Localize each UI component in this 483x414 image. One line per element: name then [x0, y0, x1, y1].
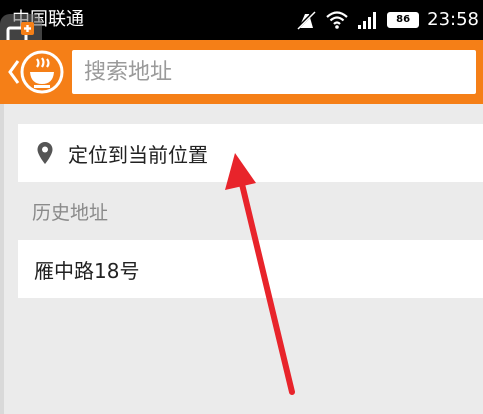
food-bowl-icon [20, 50, 64, 94]
back-button[interactable] [6, 47, 66, 97]
location-pin-icon [37, 142, 53, 164]
battery-icon: 86 [387, 12, 420, 28]
signal-icon [358, 12, 377, 29]
search-input[interactable] [82, 49, 476, 95]
app-header [0, 40, 483, 104]
left-edge-divider [0, 104, 4, 414]
chevron-left-icon [8, 60, 20, 84]
wifi-icon [326, 11, 348, 29]
search-box[interactable] [72, 49, 476, 95]
history-section-title: 历史地址 [32, 202, 109, 224]
history-address-label: 雁中路18号 [34, 258, 140, 283]
status-icons: 86 23:58 [295, 8, 479, 32]
history-address-item[interactable]: 雁中路18号 [18, 240, 483, 298]
locate-label: 定位到当前位置 [68, 142, 208, 167]
status-clock: 23:58 [427, 9, 479, 30]
locate-current-position-button[interactable]: 定位到当前位置 [18, 124, 483, 182]
app-screen: 中国联通 86 23:58 搜索地址 定位到当前位置 历史地址 雁中路18号 [0, 0, 483, 414]
status-bar: 中国联通 86 23:58 [0, 0, 483, 40]
mute-icon [296, 9, 317, 31]
